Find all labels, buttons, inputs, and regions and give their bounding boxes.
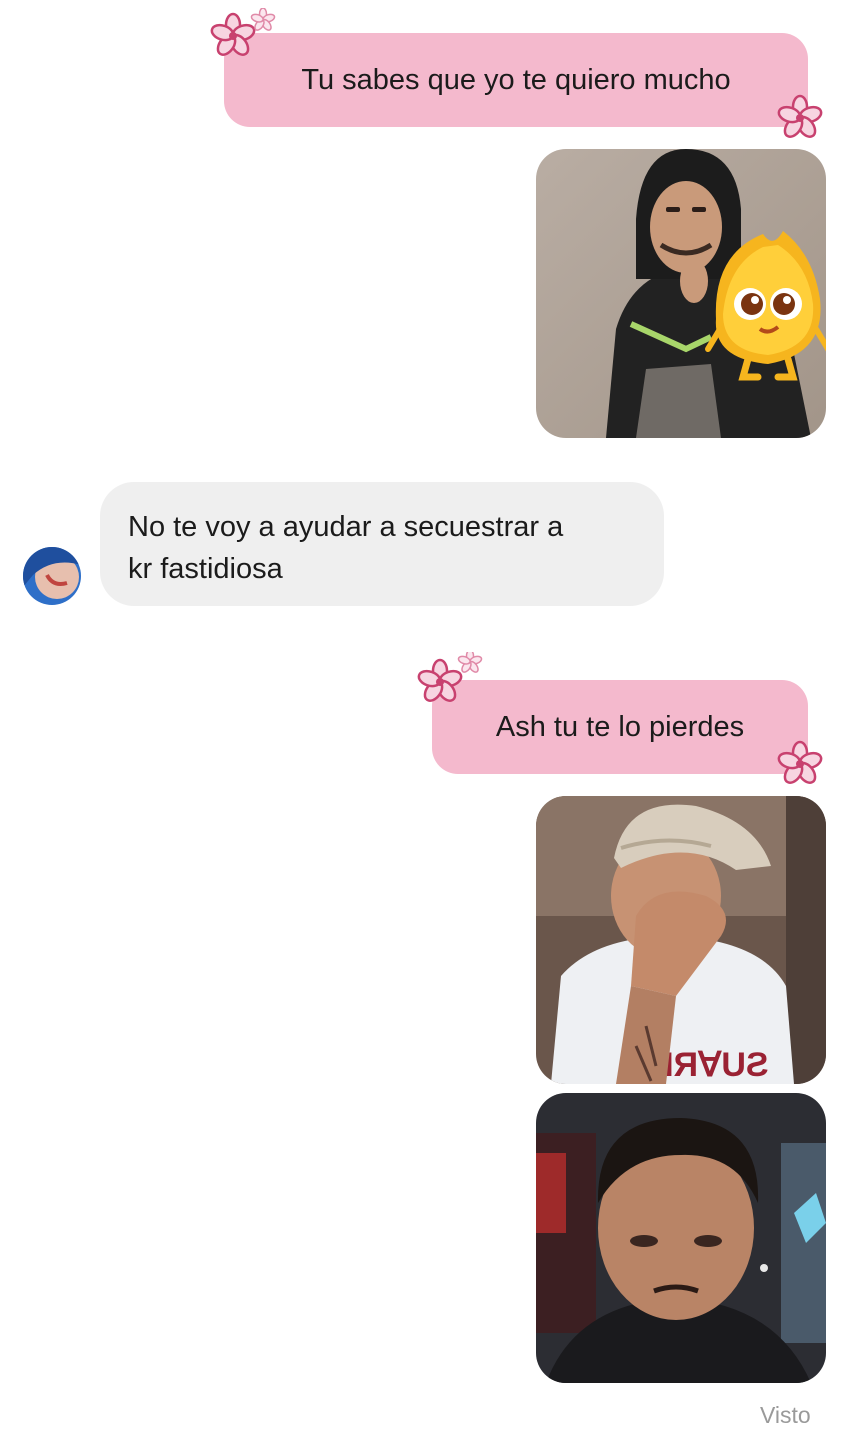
flower-decoration-icon: [775, 740, 825, 788]
flower-decoration-icon: [208, 8, 277, 60]
photo-image: [536, 149, 826, 438]
photo-image: ƎЯ∀UƧ: [536, 796, 826, 1084]
message-text-line: kr fastidiosa: [128, 553, 283, 585]
flower-decoration-icon: [415, 652, 484, 706]
shared-photo[interactable]: ƎЯ∀UƧ: [536, 796, 826, 1084]
outgoing-message-bubble[interactable]: Tu sabes que yo te quiero mucho: [224, 33, 808, 127]
avatar[interactable]: [23, 547, 81, 605]
message-text: Ash tu te lo pierdes: [495, 710, 745, 743]
message-text-line: No te voy a ayudar a secuestrar a: [128, 511, 564, 543]
seen-status: Visto: [760, 1402, 811, 1428]
incoming-message-bubble[interactable]: No te voy a ayudar a secuestrar a kr fas…: [100, 482, 664, 606]
message-text: Tu sabes que yo te quiero mucho: [301, 63, 731, 96]
photo-image: [536, 1093, 826, 1383]
avatar-image: [23, 547, 81, 605]
shared-photo[interactable]: [536, 149, 826, 438]
shared-photo[interactable]: [536, 1093, 826, 1383]
flower-decoration-icon: [775, 94, 825, 142]
